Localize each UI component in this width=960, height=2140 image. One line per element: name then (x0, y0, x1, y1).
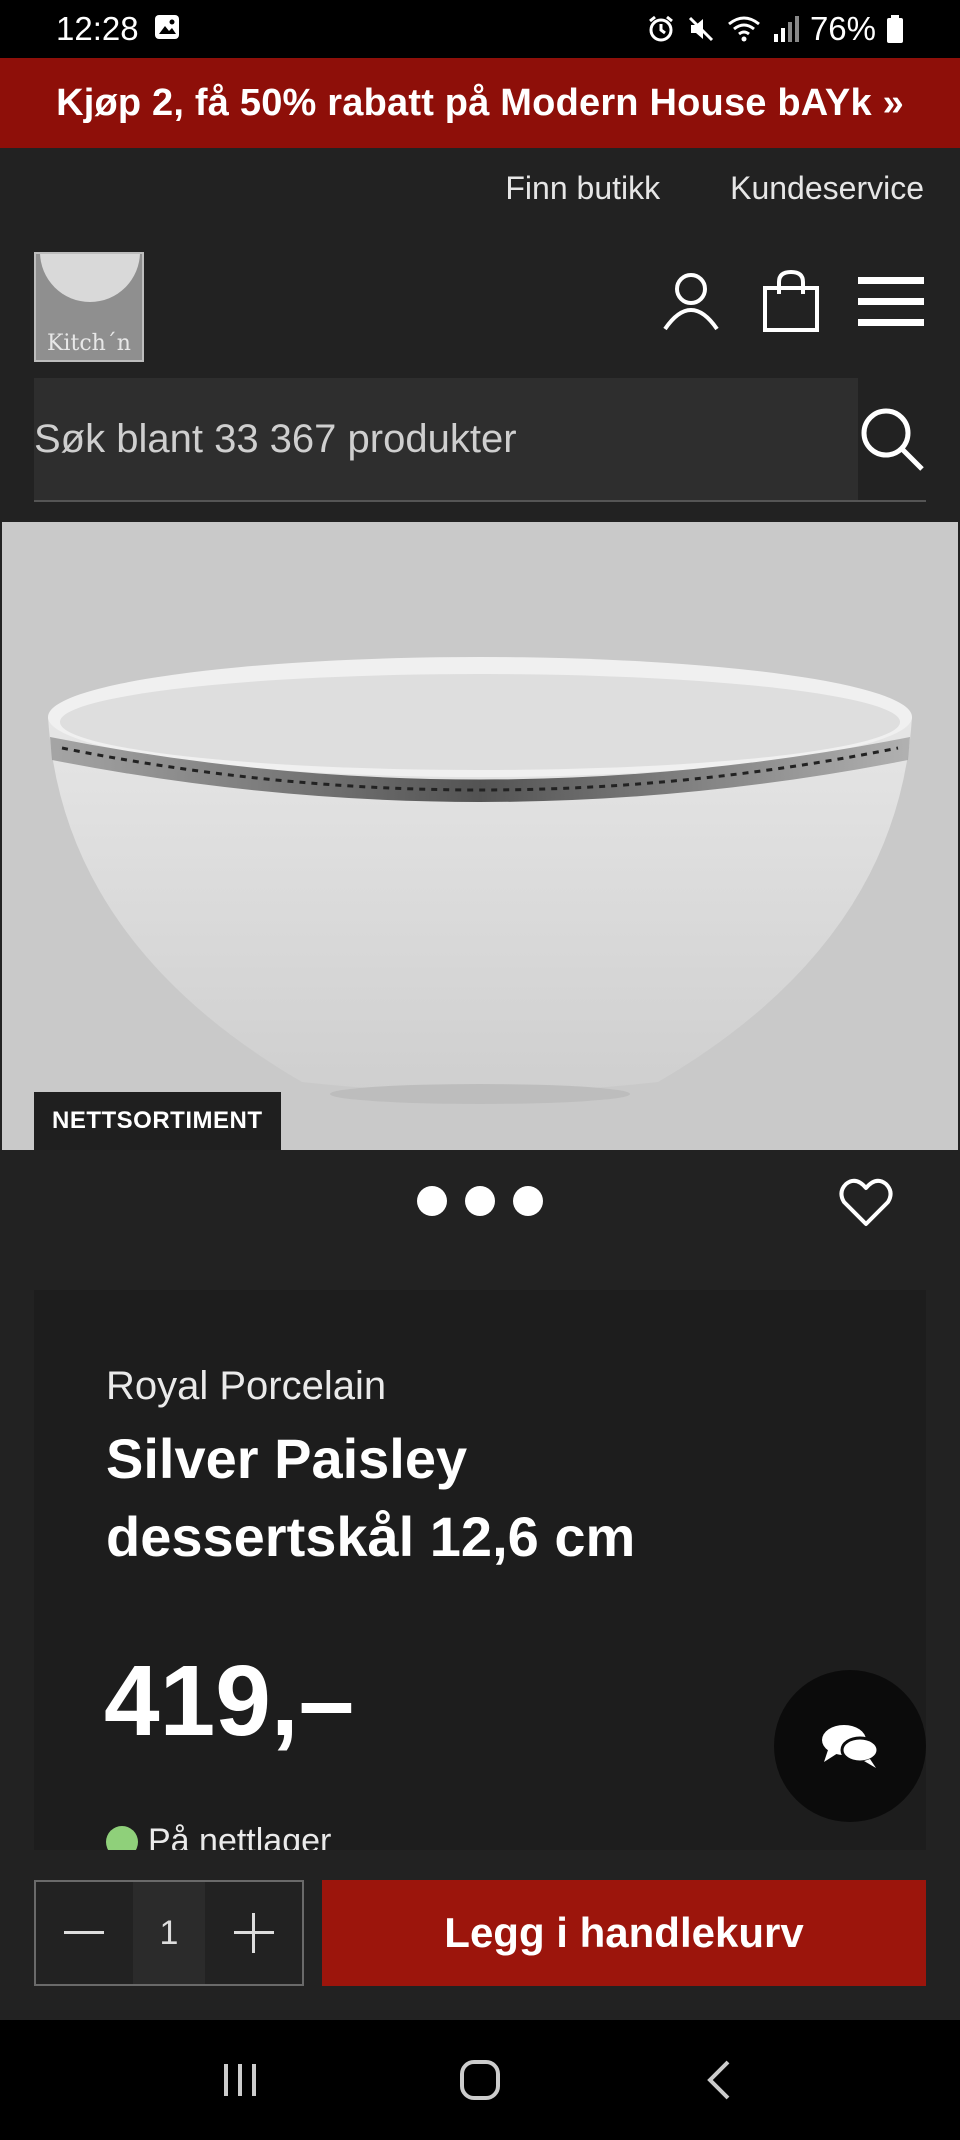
bowl-illustration (48, 657, 912, 1104)
stock-status: På nettlager (106, 1822, 331, 1850)
stock-label: På nettlager (148, 1822, 332, 1850)
carousel-dots (0, 1186, 960, 1216)
status-time: 12:28 (56, 10, 139, 47)
header-actions (658, 268, 924, 334)
wifi-icon (726, 14, 762, 44)
home-icon[interactable] (440, 2040, 520, 2120)
check-icon (106, 1826, 138, 1850)
quantity-stepper: 1 (34, 1880, 304, 1986)
minus-icon[interactable] (36, 1882, 133, 1984)
logo[interactable]: Kitch´n (34, 252, 144, 362)
carousel-dot[interactable] (513, 1186, 543, 1216)
battery-percent: 76% (809, 10, 876, 47)
quantity-value[interactable]: 1 (132, 1882, 206, 1984)
recent-apps-icon[interactable] (200, 2040, 280, 2120)
customer-service-link[interactable]: Kundeservice (730, 170, 924, 207)
status-bar: 12:28 76% (0, 0, 960, 58)
logo-bowl-shape (40, 254, 140, 302)
chat-icon[interactable] (774, 1670, 926, 1822)
product-brand[interactable]: Royal Porcelain (106, 1364, 386, 1409)
heart-icon[interactable] (838, 1174, 894, 1230)
carousel-dot[interactable] (465, 1186, 495, 1216)
back-icon[interactable] (680, 2040, 760, 2120)
menu-icon[interactable] (858, 268, 924, 334)
top-links: Finn butikk Kundeservice (505, 170, 924, 207)
product-image[interactable] (2, 522, 958, 1150)
cart-icon[interactable] (758, 268, 824, 334)
carousel-dot[interactable] (417, 1186, 447, 1216)
battery-icon (886, 14, 904, 44)
promo-banner[interactable]: Kjøp 2, få 50% rabatt på Modern House bA… (0, 58, 960, 148)
find-store-link[interactable]: Finn butikk (505, 170, 660, 207)
web-only-badge: NETTSORTIMENT (34, 1092, 281, 1150)
product-price: 419,– (104, 1645, 355, 1757)
alarm-icon (646, 14, 676, 44)
search-icon[interactable] (858, 378, 926, 500)
signal-icon (772, 14, 800, 44)
plus-icon[interactable] (205, 1882, 302, 1984)
system-nav-bar (0, 2020, 960, 2140)
search-input[interactable] (34, 378, 858, 500)
add-to-cart-button[interactable]: Legg i handlekurv (322, 1880, 926, 1986)
search-bar (34, 378, 926, 502)
user-icon[interactable] (658, 268, 724, 334)
gallery-icon (153, 13, 181, 46)
logo-text: Kitch´n (47, 331, 131, 356)
mute-icon (686, 14, 716, 44)
product-title: Silver Paisley dessertskål 12,6 cm (106, 1427, 636, 1568)
